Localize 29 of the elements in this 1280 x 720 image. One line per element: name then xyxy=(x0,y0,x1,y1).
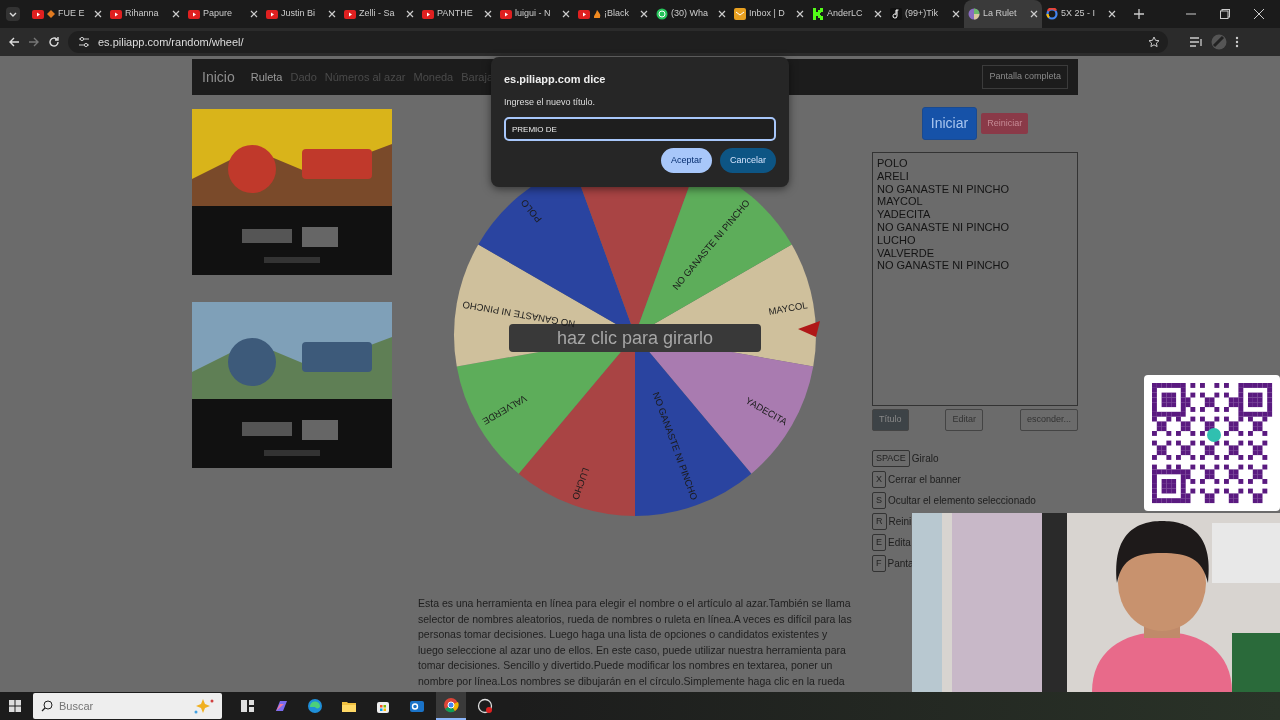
tab-title: luigui - N xyxy=(515,7,552,21)
tab-title: Justin Bi xyxy=(281,7,316,21)
tab-title: (99+)Tik xyxy=(905,7,939,21)
shortcut-text: Edita xyxy=(888,536,911,550)
key-label: X xyxy=(872,470,886,489)
shortcut-text: Giralo xyxy=(911,452,939,466)
key-label: F xyxy=(872,554,886,573)
tab-title: ¡Black xyxy=(604,7,630,21)
tab-title: FUE E xyxy=(58,7,86,21)
tab-title: La Rulet xyxy=(983,7,1018,21)
description-text: Esta es una herramienta en línea para elegir el nombre o el artículo al azar.También se llama selector de nombres aleatorios, rueda de nombres o ruleta en línea.A veces es difícil para las personas tomar decisiones. Luego haga una lista de opciones o candidatos existentes y luego seleccione al azar uno de ellos. En este caso, puede utilizar nuestra herramienta para tomar decisiones. Sencillo y divertido.Puede modificar los nombres en textarea, poner un nombre por línea.Los nombres se dibujarán en el círculo.Simplemente haga clic en la rueda xyxy=(418,596,853,689)
shortcut-text: Ocultar el elemento seleccionado xyxy=(888,494,1036,508)
tab-title: PANTHE xyxy=(437,7,474,21)
tab-title: Papure xyxy=(203,7,234,21)
segment-label: LUCHO xyxy=(570,466,592,502)
tab-title: AnderLC xyxy=(827,7,864,21)
shortcut-text: Reini xyxy=(888,515,912,529)
key-label: SPACE xyxy=(872,449,910,468)
tab-title: Rihanna xyxy=(125,7,160,21)
shortcut-text: Cerrar el banner xyxy=(888,473,961,487)
tab-title: (30) Wha xyxy=(671,7,709,21)
segment-label: MAYCOL xyxy=(767,299,809,317)
key-label: E xyxy=(872,533,886,552)
key-label: R xyxy=(872,512,887,531)
dialog-message: Ingrese el nuevo título. xyxy=(504,95,597,109)
tab-title: Zelli - Sa xyxy=(359,7,396,21)
tab-title: Inbox | D xyxy=(749,7,786,21)
dialog-title: es.piliapp.com dice xyxy=(504,72,607,87)
tab-title: 5X 25 - I xyxy=(1061,7,1097,21)
